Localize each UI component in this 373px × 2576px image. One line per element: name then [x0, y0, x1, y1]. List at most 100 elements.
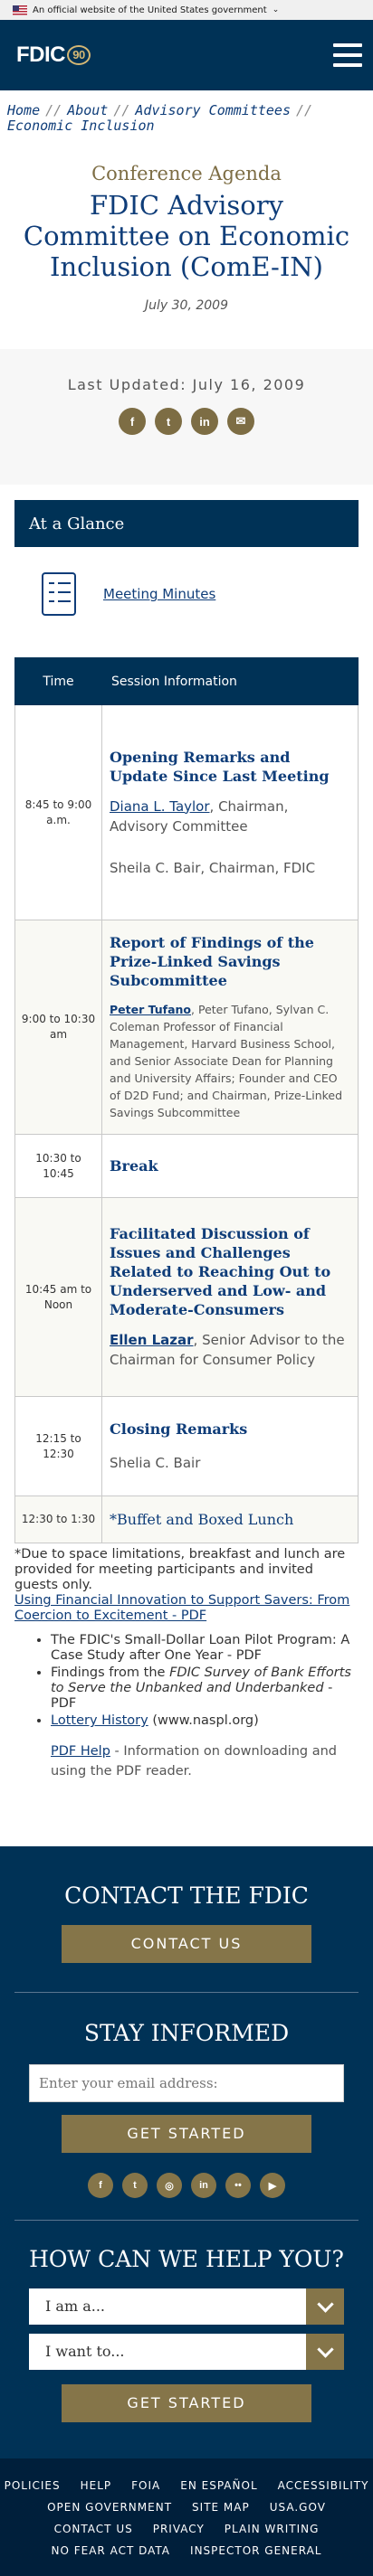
session-time: 9:00 to 10:30 am: [14, 920, 102, 1135]
list-item: Findings from the FDIC Survey of Bank Ef…: [51, 1665, 359, 1712]
last-updated-text: Last Updated: July 16, 2009: [67, 376, 306, 393]
breadcrumb-about[interactable]: About: [67, 102, 108, 118]
i-am-a-select[interactable]: I am a...: [29, 2288, 344, 2325]
footer-nav: POLICIES HELP FOIA EN ESPAÑOL ACCESSIBIL…: [0, 2458, 373, 2576]
chevron-down-icon: [306, 2334, 344, 2370]
footer-nav-row: NO FEAR ACT DATA INSPECTOR GENERAL: [9, 2540, 364, 2562]
instagram-icon[interactable]: ◎: [157, 2173, 182, 2198]
get-started-button[interactable]: GET STARTED: [62, 2115, 311, 2153]
footer-link-accessibility[interactable]: ACCESSIBILITY: [278, 2479, 369, 2492]
youtube-icon[interactable]: ▶: [260, 2173, 285, 2198]
table-row: 9:00 to 10:30 am Report of Findings of t…: [14, 920, 359, 1135]
meeting-minutes-link[interactable]: Meeting Minutes: [103, 586, 215, 602]
fdic-logo[interactable]: FDIC 90: [16, 42, 91, 68]
anniversary-mark: 90: [67, 45, 91, 65]
breadcrumb-separator: //: [113, 102, 130, 118]
i-am-a-value: I am a...: [29, 2288, 306, 2325]
footer-link-plain-writing[interactable]: PLAIN WRITING: [225, 2523, 320, 2535]
session-title: *Buffet and Boxed Lunch: [110, 1511, 294, 1528]
breadcrumb-separator: //: [296, 102, 313, 118]
footnote: *Due to space limitations, breakfast and…: [14, 1547, 346, 1592]
last-updated-section: Last Updated: July 16, 2009 f t in ✉: [0, 349, 373, 485]
session-extra: Sheila C. Bair, Chairman, FDIC: [110, 859, 316, 876]
email-signup-input[interactable]: [29, 2064, 344, 2102]
pdf-help-link[interactable]: PDF Help: [51, 1744, 110, 1759]
i-want-to-select[interactable]: I want to...: [29, 2334, 344, 2370]
flickr-icon[interactable]: ••: [225, 2173, 251, 2198]
site-header: FDIC 90: [0, 20, 373, 90]
table-row: 10:30 to 10:45 Break: [14, 1134, 359, 1198]
at-a-glance-heading: At a Glance: [14, 500, 359, 547]
footer-nav-row: CONTACT US PRIVACY PLAIN WRITING: [9, 2518, 364, 2540]
session-extra: Shelia C. Bair: [110, 1455, 201, 1471]
session-title: Facilitated Discussion of Issues and Cha…: [110, 1225, 331, 1318]
linkedin-icon[interactable]: in: [191, 2173, 216, 2198]
list-item: Lottery History (www.naspl.org): [51, 1713, 359, 1729]
page-date: July 30, 2009: [145, 298, 228, 313]
agenda-table: Time Session Information 8:45 to 9:00 a.…: [14, 657, 359, 1543]
footer-link-privacy[interactable]: PRIVACY: [153, 2523, 205, 2535]
help-heading: HOW CAN WE HELP YOU?: [29, 2246, 344, 2272]
linkedin-icon[interactable]: in: [191, 408, 218, 435]
twitter-icon[interactable]: t: [155, 408, 182, 435]
footer-link-usa-gov[interactable]: USA.GOV: [270, 2501, 326, 2514]
gov-banner[interactable]: An official website of the United States…: [0, 0, 373, 20]
footer-link-inspector-general[interactable]: INSPECTOR GENERAL: [190, 2544, 321, 2557]
share-buttons: f t in ✉: [0, 408, 373, 435]
footer-divider: [14, 2220, 359, 2221]
table-row: 8:45 to 9:00 a.m. Opening Remarks and Up…: [14, 704, 359, 920]
footer-link-open-government[interactable]: OPEN GOVERNMENT: [47, 2501, 172, 2514]
session-speaker: Diana L. Taylor, Chairman, Advisory Comm…: [110, 797, 289, 835]
pdf-help: PDF Help - Information on downloading an…: [51, 1744, 338, 1779]
chevron-down-icon: ⌄: [272, 5, 280, 14]
breadcrumb-economic-inclusion[interactable]: Economic Inclusion: [7, 118, 155, 134]
footer-link-contact-us[interactable]: CONTACT US: [54, 2523, 133, 2535]
session-time: 8:45 to 9:00 a.m.: [14, 704, 102, 920]
facebook-icon[interactable]: f: [119, 408, 146, 435]
session-time: 10:30 to 10:45: [14, 1134, 102, 1198]
speaker-link[interactable]: Peter Tufano: [110, 1003, 191, 1016]
footer-link-foia[interactable]: FOIA: [131, 2479, 160, 2492]
lottery-history-link[interactable]: Lottery History: [51, 1713, 148, 1728]
facebook-icon[interactable]: f: [88, 2173, 113, 2198]
footer-link-policies[interactable]: POLICIES: [5, 2479, 61, 2492]
footer-link-espanol[interactable]: EN ESPAÑOL: [180, 2479, 257, 2492]
us-flag-icon: [13, 5, 27, 15]
footer-link-help[interactable]: HELP: [81, 2479, 112, 2492]
session-info: *Buffet and Boxed Lunch: [101, 1496, 359, 1543]
financial-innovation-pdf-link[interactable]: Using Financial Innovation to Support Sa…: [14, 1593, 359, 1624]
footer-link-site-map[interactable]: SITE MAP: [192, 2501, 250, 2514]
email-icon[interactable]: ✉: [227, 408, 254, 435]
i-want-to-value: I want to...: [29, 2334, 306, 2370]
meeting-minutes-row: Meeting Minutes: [14, 547, 359, 641]
table-row: 12:30 to 1:30 *Buffet and Boxed Lunch: [14, 1496, 359, 1543]
site-footer: CONTACT THE FDIC CONTACT US STAY INFORME…: [0, 1846, 373, 2576]
breadcrumb-home[interactable]: Home: [7, 102, 40, 118]
footer-nav-row: POLICIES HELP FOIA EN ESPAÑOL ACCESSIBIL…: [5, 2475, 368, 2496]
session-info: Report of Findings of the Prize-Linked S…: [101, 920, 359, 1135]
speaker-link[interactable]: Diana L. Taylor: [110, 798, 210, 815]
stay-informed-heading: STAY INFORMED: [83, 2020, 290, 2046]
time-column-header: Time: [14, 657, 102, 705]
footer-link-no-fear-act[interactable]: NO FEAR ACT DATA: [52, 2544, 171, 2557]
help-get-started-button[interactable]: GET STARTED: [62, 2384, 311, 2422]
contact-us-button[interactable]: CONTACT US: [62, 1925, 311, 1963]
menu-icon[interactable]: [333, 43, 362, 67]
table-row: 10:45 am to Noon Facilitated Discussion …: [14, 1197, 359, 1397]
session-speaker: Ellen Lazar, Senior Advisor to the Chair…: [110, 1332, 345, 1368]
speaker-link[interactable]: Ellen Lazar: [110, 1332, 194, 1348]
notes-section: *Due to space limitations, breakfast and…: [14, 1543, 359, 1781]
list-item: The FDIC's Small-Dollar Loan Pilot Progr…: [51, 1633, 359, 1664]
footer-divider: [14, 1992, 359, 1993]
social-links: f t ◎ in •• ▶: [0, 2173, 373, 2198]
breadcrumb-advisory-committees[interactable]: Advisory Committees: [135, 102, 291, 118]
session-speaker: Peter Tufano, Peter Tufano, Sylvan C. Co…: [110, 1003, 343, 1119]
session-info: Opening Remarks and Update Since Last Me…: [101, 704, 359, 920]
session-title: Closing Remarks: [110, 1420, 248, 1438]
session-title: Report of Findings of the Prize-Linked S…: [110, 934, 314, 989]
session-title: Opening Remarks and Update Since Last Me…: [110, 748, 330, 785]
contact-heading: CONTACT THE FDIC: [64, 1882, 309, 1909]
session-time: 12:15 to 12:30: [14, 1396, 102, 1496]
twitter-icon[interactable]: t: [122, 2173, 148, 2198]
agenda-header-row: Time Session Information: [14, 657, 359, 705]
